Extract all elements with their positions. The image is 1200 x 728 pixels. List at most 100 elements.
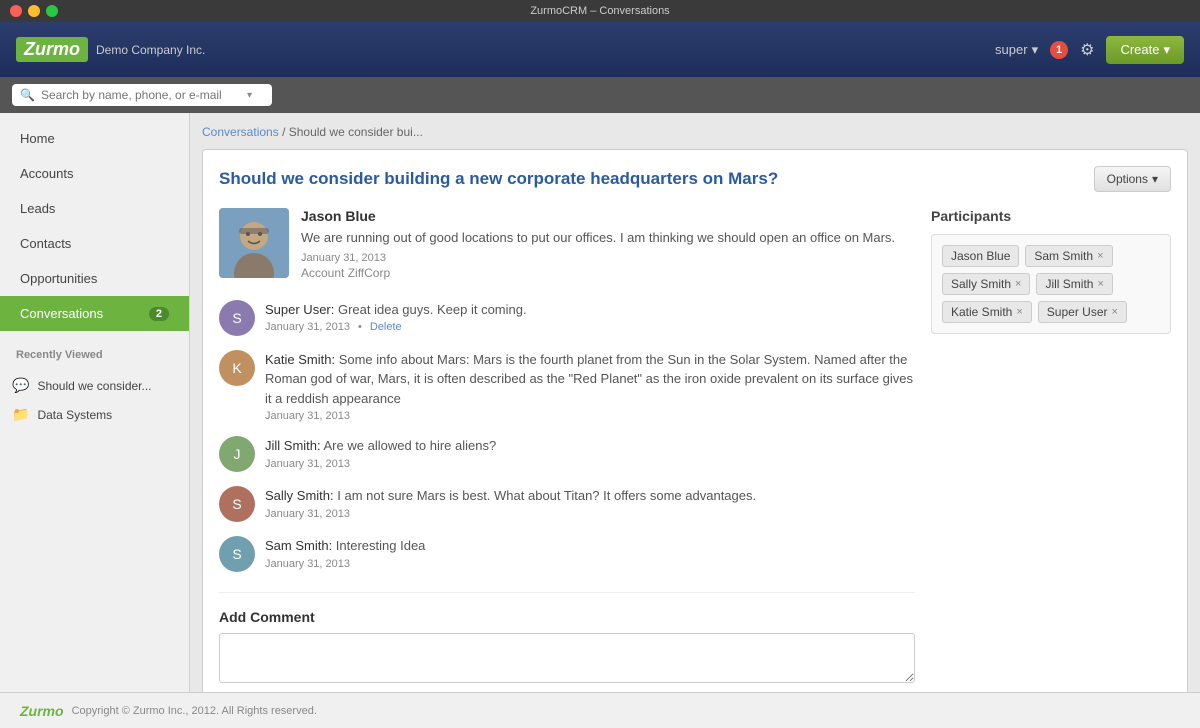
breadcrumb: Conversations / Should we consider bui..… [202, 125, 1188, 139]
comment-1-date: January 31, 2013 [265, 410, 350, 422]
participant-tags: Jason Blue Sam Smith × Sally Smith × [942, 245, 1160, 323]
notification-badge[interactable]: 1 [1050, 41, 1068, 59]
settings-button[interactable]: ⚙ [1080, 40, 1094, 60]
maximize-button[interactable] [46, 5, 58, 17]
comment-0-author: Super User: [265, 302, 338, 317]
tag-jill-smith: Jill Smith × [1036, 273, 1112, 295]
recent-item-datasystems[interactable]: 📁 Data Systems [0, 400, 189, 429]
comment-2: J Jill Smith: Are we allowed to hire ali… [219, 436, 915, 472]
create-button[interactable]: Create ▾ [1106, 36, 1184, 64]
conversation-body: Jason Blue We are running out of good lo… [219, 208, 1171, 692]
first-date: January 31, 2013 [301, 252, 915, 264]
comment-1-text: Katie Smith: Some info about Mars: Mars … [265, 350, 915, 409]
user-menu-button[interactable]: super ▾ [995, 42, 1038, 58]
first-account: Account ZiffCorp [301, 266, 915, 280]
comment-0-text: Super User: Great idea guys. Keep it com… [265, 300, 915, 320]
remove-sally-icon[interactable]: × [1015, 278, 1021, 290]
breadcrumb-separator: / [282, 125, 289, 139]
content-area: Conversations / Should we consider bui..… [190, 113, 1200, 692]
logo-icon: Zurmo [16, 37, 88, 62]
conversation-panel: Should we consider building a new corpor… [202, 149, 1188, 692]
search-icon: 🔍 [20, 88, 35, 102]
comment-2-author: Jill Smith: [265, 438, 324, 453]
remove-sam-icon[interactable]: × [1097, 250, 1103, 262]
create-dropdown-icon: ▾ [1163, 42, 1170, 58]
footer-logo: Zurmo [20, 703, 64, 719]
logo: Zurmo Demo Company Inc. [16, 37, 205, 62]
katie-avatar: K [219, 350, 255, 386]
sidebar-item-home[interactable]: Home [0, 121, 189, 156]
tag-super-user: Super User × [1038, 301, 1127, 323]
search-wrap: 🔍 ▾ [12, 84, 272, 106]
comment-4-date: January 31, 2013 [265, 558, 350, 570]
comment-4-author: Sam Smith: [265, 538, 336, 553]
add-comment-label: Add Comment [219, 609, 915, 625]
participants-panel: Participants Jason Blue Sam Smith × S [931, 208, 1171, 692]
recent-item-conversation[interactable]: 💬 Should we consider... [0, 371, 189, 400]
sidebar-item-conversations[interactable]: Conversations 2 [0, 296, 189, 331]
search-input[interactable] [41, 88, 241, 102]
delete-link[interactable]: Delete [370, 321, 402, 333]
tag-katie-smith: Katie Smith × [942, 301, 1032, 323]
tag-sally-smith: Sally Smith × [942, 273, 1030, 295]
tag-jill-label: Jill Smith [1045, 277, 1093, 291]
conversations-badge: 2 [149, 307, 169, 321]
close-button[interactable] [10, 5, 22, 17]
comment-4-meta: January 31, 2013 [265, 558, 915, 570]
comment-1: K Katie Smith: Some info about Mars: Mar… [219, 350, 915, 423]
comment-3-text: Sally Smith: I am not sure Mars is best.… [265, 486, 915, 506]
main-layout: Home Accounts Leads Contacts Opportuniti… [0, 113, 1200, 692]
comment-3-content: Sally Smith: I am not sure Mars is best.… [265, 486, 915, 522]
tag-sam-label: Sam Smith [1034, 249, 1093, 263]
comment-0: S Super User: Great idea guys. Keep it c… [219, 300, 915, 336]
tag-katie-label: Katie Smith [951, 305, 1012, 319]
remove-katie-icon[interactable]: × [1016, 306, 1022, 318]
comment-textarea[interactable] [219, 633, 915, 683]
comment-1-content: Katie Smith: Some info about Mars: Mars … [265, 350, 915, 423]
sidebar-item-contacts[interactable]: Contacts [0, 226, 189, 261]
comment-2-content: Jill Smith: Are we allowed to hire alien… [265, 436, 915, 472]
remove-super-icon[interactable]: × [1112, 306, 1118, 318]
first-message: Jason Blue We are running out of good lo… [219, 208, 915, 280]
first-author: Jason Blue [301, 208, 915, 224]
create-label: Create [1120, 42, 1159, 57]
sidebar-item-leads[interactable]: Leads [0, 191, 189, 226]
tag-jason-label: Jason Blue [951, 249, 1010, 263]
comment-2-text: Jill Smith: Are we allowed to hire alien… [265, 436, 915, 456]
participants-title: Participants [931, 208, 1171, 224]
first-message-content: Jason Blue We are running out of good lo… [301, 208, 915, 280]
comment-0-date: January 31, 2013 [265, 321, 350, 333]
title-bar: ZurmoCRM – Conversations [0, 0, 1200, 22]
comment-2-meta: January 31, 2013 [265, 458, 915, 470]
sally-avatar: S [219, 486, 255, 522]
messages-area: Jason Blue We are running out of good lo… [219, 208, 915, 692]
window-controls [10, 5, 58, 17]
add-comment-section: Add Comment Add Files Comment [219, 592, 915, 692]
tag-sally-label: Sally Smith [951, 277, 1011, 291]
header: Zurmo Demo Company Inc. super ▾ 1 ⚙ Crea… [0, 22, 1200, 77]
options-dropdown-icon: ▾ [1152, 172, 1158, 186]
sidebar-item-opportunities[interactable]: Opportunities [0, 261, 189, 296]
options-button[interactable]: Options ▾ [1094, 166, 1171, 192]
jill-avatar: J [219, 436, 255, 472]
comment-0-meta: January 31, 2013 • Delete [265, 321, 915, 333]
comment-0-content: Super User: Great idea guys. Keep it com… [265, 300, 915, 336]
conversation-title: Should we consider building a new corpor… [219, 169, 778, 189]
search-dropdown-icon[interactable]: ▾ [247, 90, 252, 101]
username-label: super [995, 42, 1028, 57]
comment-4-text: Sam Smith: Interesting Idea [265, 536, 915, 556]
footer: Zurmo Copyright © Zurmo Inc., 2012. All … [0, 692, 1200, 728]
breadcrumb-current: Should we consider bui... [289, 125, 423, 139]
search-bar: 🔍 ▾ [0, 77, 1200, 113]
recent-conversation-label: Should we consider... [37, 379, 151, 393]
breadcrumb-parent[interactable]: Conversations [202, 125, 279, 139]
dropdown-arrow-icon: ▾ [1032, 42, 1039, 58]
conversation-icon: 💬 [12, 377, 29, 394]
footer-text: Copyright © Zurmo Inc., 2012. All Rights… [72, 705, 317, 717]
remove-jill-icon[interactable]: × [1097, 278, 1103, 290]
tag-sam-smith: Sam Smith × [1025, 245, 1112, 267]
super-avatar: S [219, 300, 255, 336]
tag-super-label: Super User [1047, 305, 1108, 319]
sidebar-item-accounts[interactable]: Accounts [0, 156, 189, 191]
minimize-button[interactable] [28, 5, 40, 17]
